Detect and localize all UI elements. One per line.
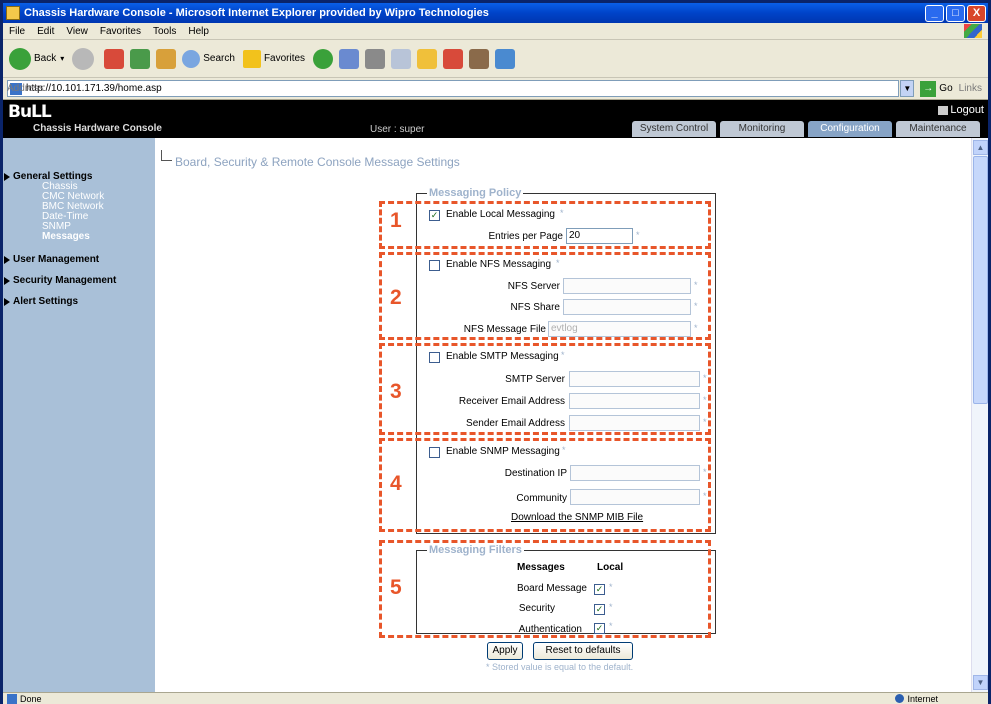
scroll-down-icon[interactable]: ▼ <box>973 675 988 690</box>
menu-edit[interactable]: Edit <box>31 26 60 37</box>
address-input[interactable]: http://10.101.171.39/home.asp <box>7 80 900 97</box>
links-button[interactable]: Links <box>959 83 982 94</box>
main-tabs: System Control Monitoring Configuration … <box>628 121 980 137</box>
search-label: Search <box>203 53 235 64</box>
app-name: Chassis Hardware Console <box>33 123 162 134</box>
sidebar: General Settings Chassis CMC Network BMC… <box>3 138 155 692</box>
scroll-up-icon[interactable]: ▲ <box>973 140 988 155</box>
highlight-number-3: 3 <box>390 380 402 403</box>
refresh-button[interactable] <box>130 48 151 69</box>
tab-maintenance[interactable]: Maintenance <box>896 121 980 137</box>
app-header: BuLL Logout Chassis Hardware Console Use… <box>3 100 988 138</box>
messaging-policy-legend: Messaging Policy <box>427 187 524 199</box>
go-arrow-icon: → <box>920 80 937 97</box>
security-zone: Internet <box>895 694 938 704</box>
default-value-note: * Stored value is equal to the default. <box>486 662 634 672</box>
menu-help[interactable]: Help <box>182 26 215 37</box>
menu-tools[interactable]: Tools <box>147 26 182 37</box>
tab-system-control[interactable]: System Control <box>632 121 716 137</box>
page-content: General Settings Chassis CMC Network BMC… <box>3 138 988 692</box>
research-button[interactable] <box>443 48 464 69</box>
highlight-box-4 <box>379 438 711 532</box>
window-title: Chassis Hardware Console - Microsoft Int… <box>24 7 489 19</box>
ie-app-icon <box>6 6 20 20</box>
history-button[interactable] <box>313 48 334 69</box>
logout-label: Logout <box>950 104 984 116</box>
highlight-number-4: 4 <box>390 472 402 495</box>
go-button[interactable]: → Go <box>920 80 953 97</box>
mail-button[interactable] <box>339 48 360 69</box>
stop-button[interactable] <box>104 48 125 69</box>
users-button[interactable] <box>495 48 516 69</box>
logout-link[interactable]: Logout <box>938 104 984 116</box>
back-button[interactable]: Back ▾ <box>9 47 64 70</box>
bull-logo: BuLL <box>8 102 52 122</box>
back-arrow-icon <box>9 47 31 70</box>
print-button[interactable] <box>365 48 386 69</box>
home-button[interactable] <box>156 48 177 69</box>
apply-button[interactable]: Apply <box>487 642 523 660</box>
forward-button[interactable] <box>72 47 95 70</box>
highlight-box-1 <box>379 201 711 249</box>
highlight-number-1: 1 <box>390 209 402 232</box>
ie-page-icon <box>7 693 17 704</box>
vertical-scrollbar[interactable]: ▲ ▼ <box>971 138 988 692</box>
back-label: Back <box>34 53 57 64</box>
highlight-number-5: 5 <box>390 576 402 599</box>
menu-bar: File Edit View Favorites Tools Help <box>3 23 988 40</box>
messenger-button[interactable] <box>469 48 490 69</box>
highlight-box-2 <box>379 252 711 340</box>
favorites-label: Favorites <box>263 53 306 64</box>
close-button[interactable]: X <box>967 4 986 22</box>
minimize-button[interactable]: _ <box>925 4 944 22</box>
page-title: Board, Security & Remote Console Message… <box>175 155 460 169</box>
status-text: Done <box>20 693 42 704</box>
favorites-button[interactable]: Favorites <box>242 49 306 68</box>
sidebar-group-general-settings[interactable]: General Settings <box>4 171 155 182</box>
address-dropdown-icon[interactable]: ▼ <box>900 80 915 97</box>
scroll-thumb[interactable] <box>973 156 988 404</box>
highlight-number-2: 2 <box>390 286 402 309</box>
menu-favorites[interactable]: Favorites <box>94 26 147 37</box>
address-bar: Address http://10.101.171.39/home.asp ▼ … <box>3 78 988 100</box>
search-button[interactable]: Search <box>182 49 235 68</box>
sidebar-group-user-management[interactable]: User Management <box>4 254 155 265</box>
status-bar: Done Internet <box>3 692 988 704</box>
browser-window: Chassis Hardware Console - Microsoft Int… <box>0 0 991 704</box>
folder-button[interactable] <box>417 48 438 69</box>
address-label: Address <box>7 83 44 94</box>
maximize-button[interactable]: □ <box>946 4 965 22</box>
favorites-star-icon <box>242 49 261 68</box>
go-label: Go <box>939 83 953 94</box>
zone-label: Internet <box>907 693 938 704</box>
title-bar: Chassis Hardware Console - Microsoft Int… <box>3 3 988 23</box>
sidebar-group-security-management[interactable]: Security Management <box>4 275 155 286</box>
menu-file[interactable]: File <box>3 26 31 37</box>
title-bracket-icon <box>161 150 172 161</box>
address-url: http://10.101.171.39/home.asp <box>26 83 162 94</box>
sidebar-item-messages[interactable]: Messages <box>42 232 155 242</box>
sidebar-group-alert-settings[interactable]: Alert Settings <box>4 296 155 307</box>
tab-monitoring[interactable]: Monitoring <box>720 121 804 137</box>
reset-to-defaults-button[interactable]: Reset to defaults <box>533 642 633 660</box>
internet-globe-icon <box>895 694 905 703</box>
browser-toolbar: Back ▾ Search Favorites <box>3 40 988 78</box>
highlight-box-3 <box>379 343 711 435</box>
logout-icon <box>938 105 949 115</box>
menu-view[interactable]: View <box>60 26 94 37</box>
windows-logo-icon <box>964 24 982 38</box>
back-dropdown-icon[interactable]: ▾ <box>60 54 64 63</box>
highlight-box-5 <box>379 540 711 638</box>
search-icon <box>182 49 201 68</box>
edit-button[interactable] <box>391 48 412 69</box>
user-label: User : super <box>370 124 425 135</box>
tab-configuration[interactable]: Configuration <box>808 121 892 137</box>
